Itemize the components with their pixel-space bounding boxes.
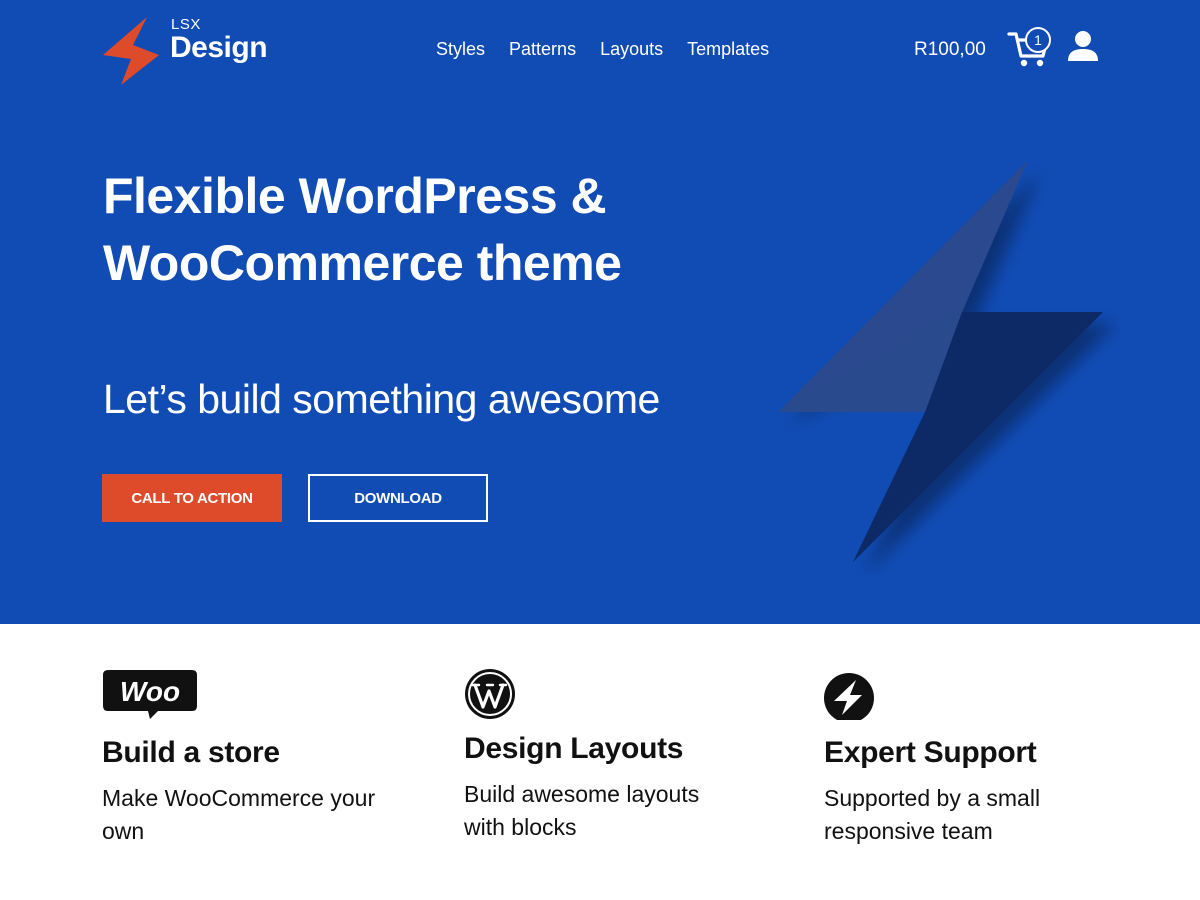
- download-button[interactable]: DOWNLOAD: [308, 474, 488, 522]
- hero-lightning-graphic: [778, 160, 1103, 562]
- hero-subtitle: Let’s build something awesome: [103, 376, 660, 422]
- feature-design-layouts: Design Layouts Build awesome layouts wit…: [464, 668, 794, 844]
- user-account-icon[interactable]: [1066, 30, 1100, 62]
- cart-total[interactable]: R100,00: [914, 39, 986, 61]
- nav-item-templates[interactable]: Templates: [687, 39, 769, 60]
- cart-count-badge[interactable]: 1: [1025, 27, 1051, 53]
- wordpress-icon: [465, 669, 515, 719]
- nav-item-styles[interactable]: Styles: [436, 39, 485, 60]
- nav-item-patterns[interactable]: Patterns: [509, 39, 576, 60]
- feature-text: Supported by a small responsive team: [824, 785, 1041, 844]
- feature-title: Design Layouts: [464, 732, 684, 765]
- main-nav: Styles Patterns Layouts Templates: [436, 39, 769, 60]
- hero-title: Flexible WordPress & WooCommerce theme: [103, 168, 622, 291]
- feature-text: Make WooCommerce your own: [102, 785, 376, 844]
- feature-title: Build a store: [102, 736, 280, 769]
- site-logo[interactable]: LSX Design: [103, 15, 283, 87]
- feature-expert-support: Expert Support Supported by a small resp…: [824, 668, 1154, 848]
- feature-title: Expert Support: [824, 736, 1037, 769]
- logo-bolt-icon: [103, 17, 159, 85]
- woo-icon: Woo: [103, 670, 197, 719]
- call-to-action-button[interactable]: CALL TO ACTION: [102, 474, 282, 522]
- woo-icon-text: Woo: [120, 676, 180, 707]
- feature-build-store: Woo Build a store Make WooCommerce your …: [102, 668, 432, 848]
- lightning-icon: [824, 673, 874, 720]
- nav-item-layouts[interactable]: Layouts: [600, 39, 663, 60]
- feature-text: Build awesome layouts with blocks: [464, 781, 700, 840]
- logo-big-text: Design: [170, 31, 268, 64]
- hero-section: LSX Design Styles Patterns Layouts Templ…: [0, 0, 1200, 624]
